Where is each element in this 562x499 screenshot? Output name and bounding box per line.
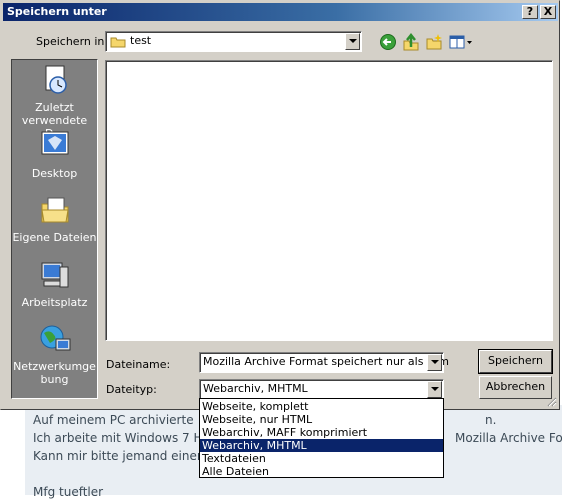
- title-bar[interactable]: Speichern unter ? X: [3, 3, 558, 21]
- filetype-option-selected[interactable]: Webarchiv, MHTML: [200, 439, 443, 452]
- place-network[interactable]: Netzwerkumge bung: [12, 323, 97, 386]
- cancel-button[interactable]: Abbrechen: [479, 376, 552, 399]
- post-signature: Mfg tueftler: [33, 485, 104, 499]
- place-my-documents[interactable]: Eigene Dateien: [12, 194, 97, 244]
- filetype-label: Dateityp:: [106, 383, 157, 396]
- filetype-option[interactable]: Webarchiv, MAFF komprimiert: [200, 426, 443, 439]
- back-icon[interactable]: [379, 33, 397, 51]
- post-line-1: Auf meinem PC archivierte n.: [33, 413, 497, 427]
- desktop-icon: [41, 131, 68, 155]
- help-button[interactable]: ?: [522, 5, 538, 19]
- place-desktop-label: Desktop: [31, 167, 78, 180]
- close-button[interactable]: X: [540, 5, 556, 19]
- recent-documents-icon: [45, 65, 67, 94]
- filetype-dropdown-button[interactable]: [427, 381, 442, 398]
- filetype-select[interactable]: Webarchiv, MHTML: [199, 379, 444, 400]
- place-my-computer-label: Arbeitsplatz: [21, 296, 88, 309]
- view-menu-icon[interactable]: [449, 33, 473, 51]
- filename-combo[interactable]: Mozilla Archive Format speichert nur als…: [199, 352, 449, 373]
- filetype-value: Webarchiv, MHTML: [203, 382, 308, 395]
- save-in-combo[interactable]: test: [105, 31, 362, 52]
- post-line-2: Ich arbeite mit Windows 7 H Mozilla Arch…: [33, 431, 562, 445]
- folder-icon: [110, 37, 126, 48]
- network-icon: [40, 325, 70, 351]
- filetype-option[interactable]: Webseite, komplett: [200, 400, 443, 413]
- places-bar: Zuletzt verwendete D... Desktop Eigene D…: [11, 59, 98, 399]
- filename-value: Mozilla Archive Format speichert nur als…: [203, 355, 449, 368]
- filename-dropdown-button[interactable]: [427, 354, 442, 371]
- up-folder-icon[interactable]: [402, 33, 420, 51]
- save-in-value: test: [130, 34, 152, 47]
- place-recent[interactable]: Zuletzt verwendete D...: [12, 64, 97, 140]
- file-list[interactable]: [105, 60, 553, 341]
- place-my-documents-label: Eigene Dateien: [12, 231, 97, 244]
- save-in-label: Speichern in:: [36, 35, 109, 48]
- filename-label: Dateiname:: [106, 358, 171, 371]
- save-in-dropdown-button[interactable]: [345, 33, 360, 50]
- my-computer-icon: [41, 262, 68, 288]
- filetype-option[interactable]: Alle Dateien: [200, 465, 443, 478]
- my-documents-icon: [40, 197, 69, 223]
- filetype-option[interactable]: Webseite, nur HTML: [200, 413, 443, 426]
- place-desktop[interactable]: Desktop: [12, 130, 97, 180]
- new-folder-icon[interactable]: [425, 33, 443, 51]
- filetype-dropdown-list: Webseite, komplett Webseite, nur HTML We…: [199, 398, 444, 478]
- save-button[interactable]: Speichern: [478, 349, 553, 374]
- save-as-dialog: Speichern unter ? X Speichern in: test Z…: [0, 0, 560, 410]
- place-my-computer[interactable]: Arbeitsplatz: [12, 259, 97, 309]
- place-network-label: Netzwerkumge bung: [13, 360, 96, 386]
- dialog-title: Speichern unter: [7, 5, 107, 18]
- post-line-3: Kann mir bitte jemand einen: [33, 449, 205, 463]
- resize-grip-icon[interactable]: [545, 395, 557, 407]
- filetype-option[interactable]: Textdateien: [200, 452, 443, 465]
